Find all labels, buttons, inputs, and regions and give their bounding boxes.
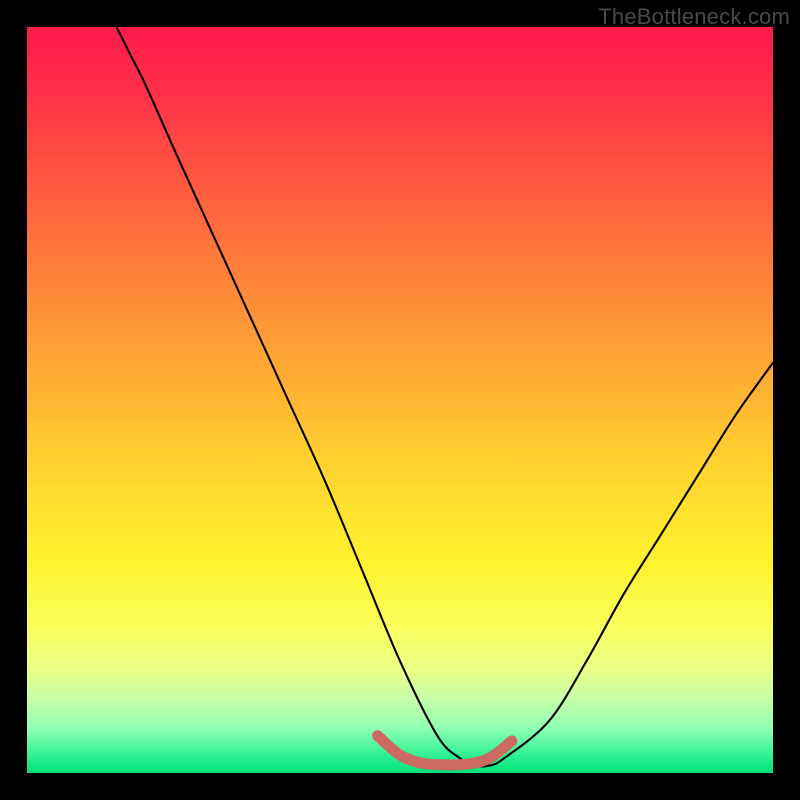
watermark-text: TheBottleneck.com [598,4,790,30]
bottleneck-curve-line [117,27,773,766]
low-bottleneck-band-line [378,736,512,765]
chart-svg [27,27,773,773]
plot-area [27,27,773,773]
chart-frame: TheBottleneck.com [0,0,800,800]
